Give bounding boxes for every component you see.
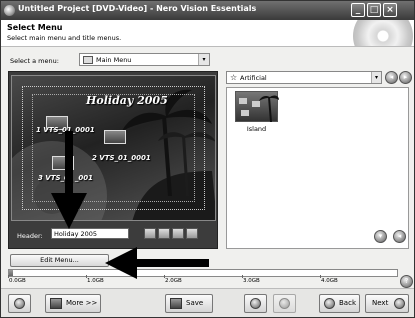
theme-import-icon[interactable]: ◂ [393,230,406,243]
island-thumbnail-art [239,95,279,122]
back-button-label: Back [339,299,356,307]
edit-menu-button[interactable]: Edit Menu... [10,254,109,267]
save-button-label: Save [186,299,204,307]
align-button[interactable] [186,228,198,239]
annotation-arrow-left-icon [105,247,209,279]
theme-nav-next-icon[interactable]: ▸ [399,71,412,84]
minimize-button[interactable]: _ [351,3,365,17]
redo-button[interactable] [273,294,296,313]
back-arrow-icon [324,298,335,309]
close-button[interactable]: × [383,3,397,17]
window-title: Untitled Project [DVD-Video] - Nero Visi… [18,4,257,13]
back-button[interactable]: Back [319,294,360,313]
chevron-down-icon[interactable]: ▾ [371,72,381,83]
title-button-label[interactable]: 2 VTS_01_0001 [92,154,151,162]
menu-select-dropdown[interactable]: Main Menu ▾ [79,53,210,66]
undo-icon [250,298,261,309]
star-icon: ☆ [230,73,238,82]
menu-icon [83,56,93,64]
redo-icon [279,298,290,309]
chevron-down-icon[interactable]: ▾ [198,54,209,65]
help-button[interactable] [8,294,31,313]
header-field-label: Header: [17,232,43,240]
more-button-label: More >> [66,299,98,307]
theme-select-dropdown[interactable]: ☆ Artificial ▾ [226,71,382,84]
wizard-nav-bar: More >> Save Back Next [1,288,414,317]
help-icon[interactable]: ? [400,275,413,288]
capacity-tick-label: 4.0GB [321,278,338,284]
more-button[interactable]: More >> [45,294,101,313]
menu-preview[interactable]: Holiday 2005 1 VTS_01_0001 2 VTS_01_0001… [11,75,216,221]
next-arrow-icon [394,298,405,309]
shadow-button[interactable] [172,228,184,239]
theme-select-value: Artificial [240,74,267,82]
page-title: Select Menu [7,23,63,32]
more-icon [50,298,62,309]
theme-item-label: Island [246,125,267,133]
undo-button[interactable] [244,294,267,313]
wizard-header: Select Menu Select main menu and title m… [1,20,414,47]
title-bar[interactable]: Untitled Project [DVD-Video] - Nero Visi… [1,1,414,20]
save-button[interactable]: Save [165,294,213,313]
capacity-tick-label: 1.0GB [87,278,104,284]
font-style-button[interactable] [144,228,156,239]
app-window: Untitled Project [DVD-Video] - Nero Visi… [0,0,415,318]
annotation-arrow-down-icon [51,131,87,229]
theme-nav-prev-icon[interactable]: ◂ [385,71,398,84]
capacity-fill [9,270,13,276]
capacity-tick-label: 0.0GB [9,278,26,284]
help-icon [14,298,25,309]
theme-delete-icon[interactable]: ▾ [374,230,387,243]
theme-thumbnail-island[interactable] [235,91,279,122]
select-menu-label: Select a menu: [10,57,59,65]
preview-menu-title[interactable]: Holiday 2005 [86,94,168,107]
next-button[interactable]: Next [365,294,409,313]
maximize-button[interactable]: □ [367,3,381,17]
save-icon [170,298,182,309]
theme-list-panel: Island [226,87,409,249]
font-color-button[interactable] [158,228,170,239]
page-subtitle: Select main menu and title menus. [7,34,122,42]
title-thumbnail[interactable] [104,130,126,144]
next-button-label: Next [372,299,389,307]
disc-graphic-icon [353,20,413,46]
menu-select-value: Main Menu [96,56,132,64]
nero-app-icon [4,5,15,16]
capacity-tick-label: 3.0GB [243,278,260,284]
